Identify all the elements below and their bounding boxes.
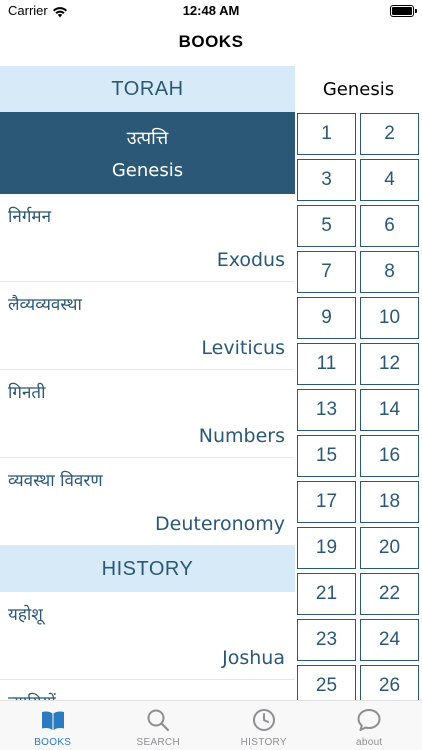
tab-about[interactable]: about bbox=[317, 701, 422, 750]
chapter-button[interactable]: 12 bbox=[360, 343, 419, 385]
book-english-name: Joshua bbox=[222, 647, 285, 669]
section-header-history: HISTORY bbox=[0, 546, 295, 592]
tab-bar: BOOKS SEARCH HISTORY about bbox=[0, 700, 422, 750]
tab-label: BOOKS bbox=[34, 737, 72, 748]
chapter-button[interactable]: 24 bbox=[360, 619, 419, 661]
chapter-button[interactable]: 7 bbox=[297, 251, 356, 293]
page-title: BOOKS bbox=[178, 32, 244, 51]
book-english-name: Exodus bbox=[216, 249, 285, 271]
chapter-button[interactable]: 4 bbox=[360, 159, 419, 201]
chapter-button[interactable]: 25 bbox=[297, 665, 356, 700]
battery-icon bbox=[390, 5, 417, 17]
book-english-name: Numbers bbox=[198, 425, 285, 447]
speech-bubble-icon bbox=[357, 709, 381, 731]
chapter-button[interactable]: 15 bbox=[297, 435, 356, 477]
tab-label: HISTORY bbox=[240, 737, 287, 748]
chapter-button[interactable]: 21 bbox=[297, 573, 356, 615]
chapter-grid: 1 2 3 4 5 6 7 8 9 10 11 12 13 14 15 16 17 18 19 20 21 22 23 24 2… bbox=[295, 113, 422, 700]
book-item-leviticus[interactable]: लैव्यव्यवस्था Leviticus bbox=[0, 282, 295, 370]
chapter-button[interactable]: 22 bbox=[360, 573, 419, 615]
chapter-button[interactable]: 6 bbox=[360, 205, 419, 247]
chapter-button[interactable]: 10 bbox=[360, 297, 419, 339]
book-hindi-name: निर्गमन bbox=[8, 207, 52, 227]
book-english-name: Genesis bbox=[111, 159, 184, 181]
status-bar: Carrier 12:48 AM bbox=[0, 0, 422, 22]
chapter-button[interactable]: 19 bbox=[297, 527, 356, 569]
clock-icon bbox=[252, 709, 275, 731]
chapters-book-title: Genesis bbox=[322, 78, 395, 100]
book-item-numbers[interactable]: गिनती Numbers bbox=[0, 370, 295, 458]
chapter-button[interactable]: 9 bbox=[297, 297, 356, 339]
book-item-judges[interactable]: न्यायियों bbox=[0, 680, 295, 700]
chapter-button[interactable]: 13 bbox=[297, 389, 356, 431]
chapter-button[interactable]: 3 bbox=[297, 159, 356, 201]
chapter-button[interactable]: 26 bbox=[360, 665, 419, 700]
chapter-button[interactable]: 20 bbox=[360, 527, 419, 569]
books-list[interactable]: TORAH उत्पत्ति Genesis निर्गमन Exodus लै… bbox=[0, 66, 295, 700]
chapter-button[interactable]: 18 bbox=[360, 481, 419, 523]
chapter-button[interactable]: 16 bbox=[360, 435, 419, 477]
section-header-torah: TORAH bbox=[0, 66, 295, 112]
book-hindi-name: उत्पत्ति bbox=[126, 127, 169, 149]
book-hindi-name: व्यवस्था विवरण bbox=[8, 471, 103, 491]
book-item-joshua[interactable]: यहोशू Joshua bbox=[0, 592, 295, 680]
book-hindi-name: लैव्यव्यवस्था bbox=[8, 295, 82, 315]
book-hindi-name: यहोशू bbox=[8, 605, 43, 625]
book-english-name: Deuteronomy bbox=[155, 513, 285, 535]
chapter-button[interactable]: 5 bbox=[297, 205, 356, 247]
search-icon bbox=[147, 709, 170, 732]
chapter-button[interactable]: 1 bbox=[297, 113, 356, 155]
chapters-panel: Genesis 1 2 3 4 5 6 7 8 9 10 11 12 13 14 15 16 17 18 19 20 2… bbox=[295, 66, 422, 700]
chapter-button[interactable]: 17 bbox=[297, 481, 356, 523]
book-hindi-name: गिनती bbox=[8, 383, 46, 403]
tab-history[interactable]: HISTORY bbox=[211, 701, 317, 750]
tab-label: SEARCH bbox=[136, 737, 180, 748]
tab-books[interactable]: BOOKS bbox=[0, 701, 106, 750]
book-item-exodus[interactable]: निर्गमन Exodus bbox=[0, 194, 295, 282]
chapter-button[interactable]: 14 bbox=[360, 389, 419, 431]
book-item-deuteronomy[interactable]: व्यवस्था विवरण Deuteronomy bbox=[0, 458, 295, 546]
book-english-name: Leviticus bbox=[201, 337, 285, 359]
tab-search[interactable]: SEARCH bbox=[106, 701, 212, 750]
book-hindi-name: न्यायियों bbox=[8, 690, 56, 700]
chapter-button[interactable]: 23 bbox=[297, 619, 356, 661]
status-time: 12:48 AM bbox=[182, 3, 240, 18]
book-icon bbox=[41, 711, 64, 730]
book-item-genesis[interactable]: उत्पत्ति Genesis bbox=[0, 112, 295, 194]
chapter-button[interactable]: 8 bbox=[360, 251, 419, 293]
chapter-button[interactable]: 2 bbox=[360, 113, 419, 155]
chapter-button[interactable]: 11 bbox=[297, 343, 356, 385]
tab-label: about bbox=[355, 737, 383, 748]
